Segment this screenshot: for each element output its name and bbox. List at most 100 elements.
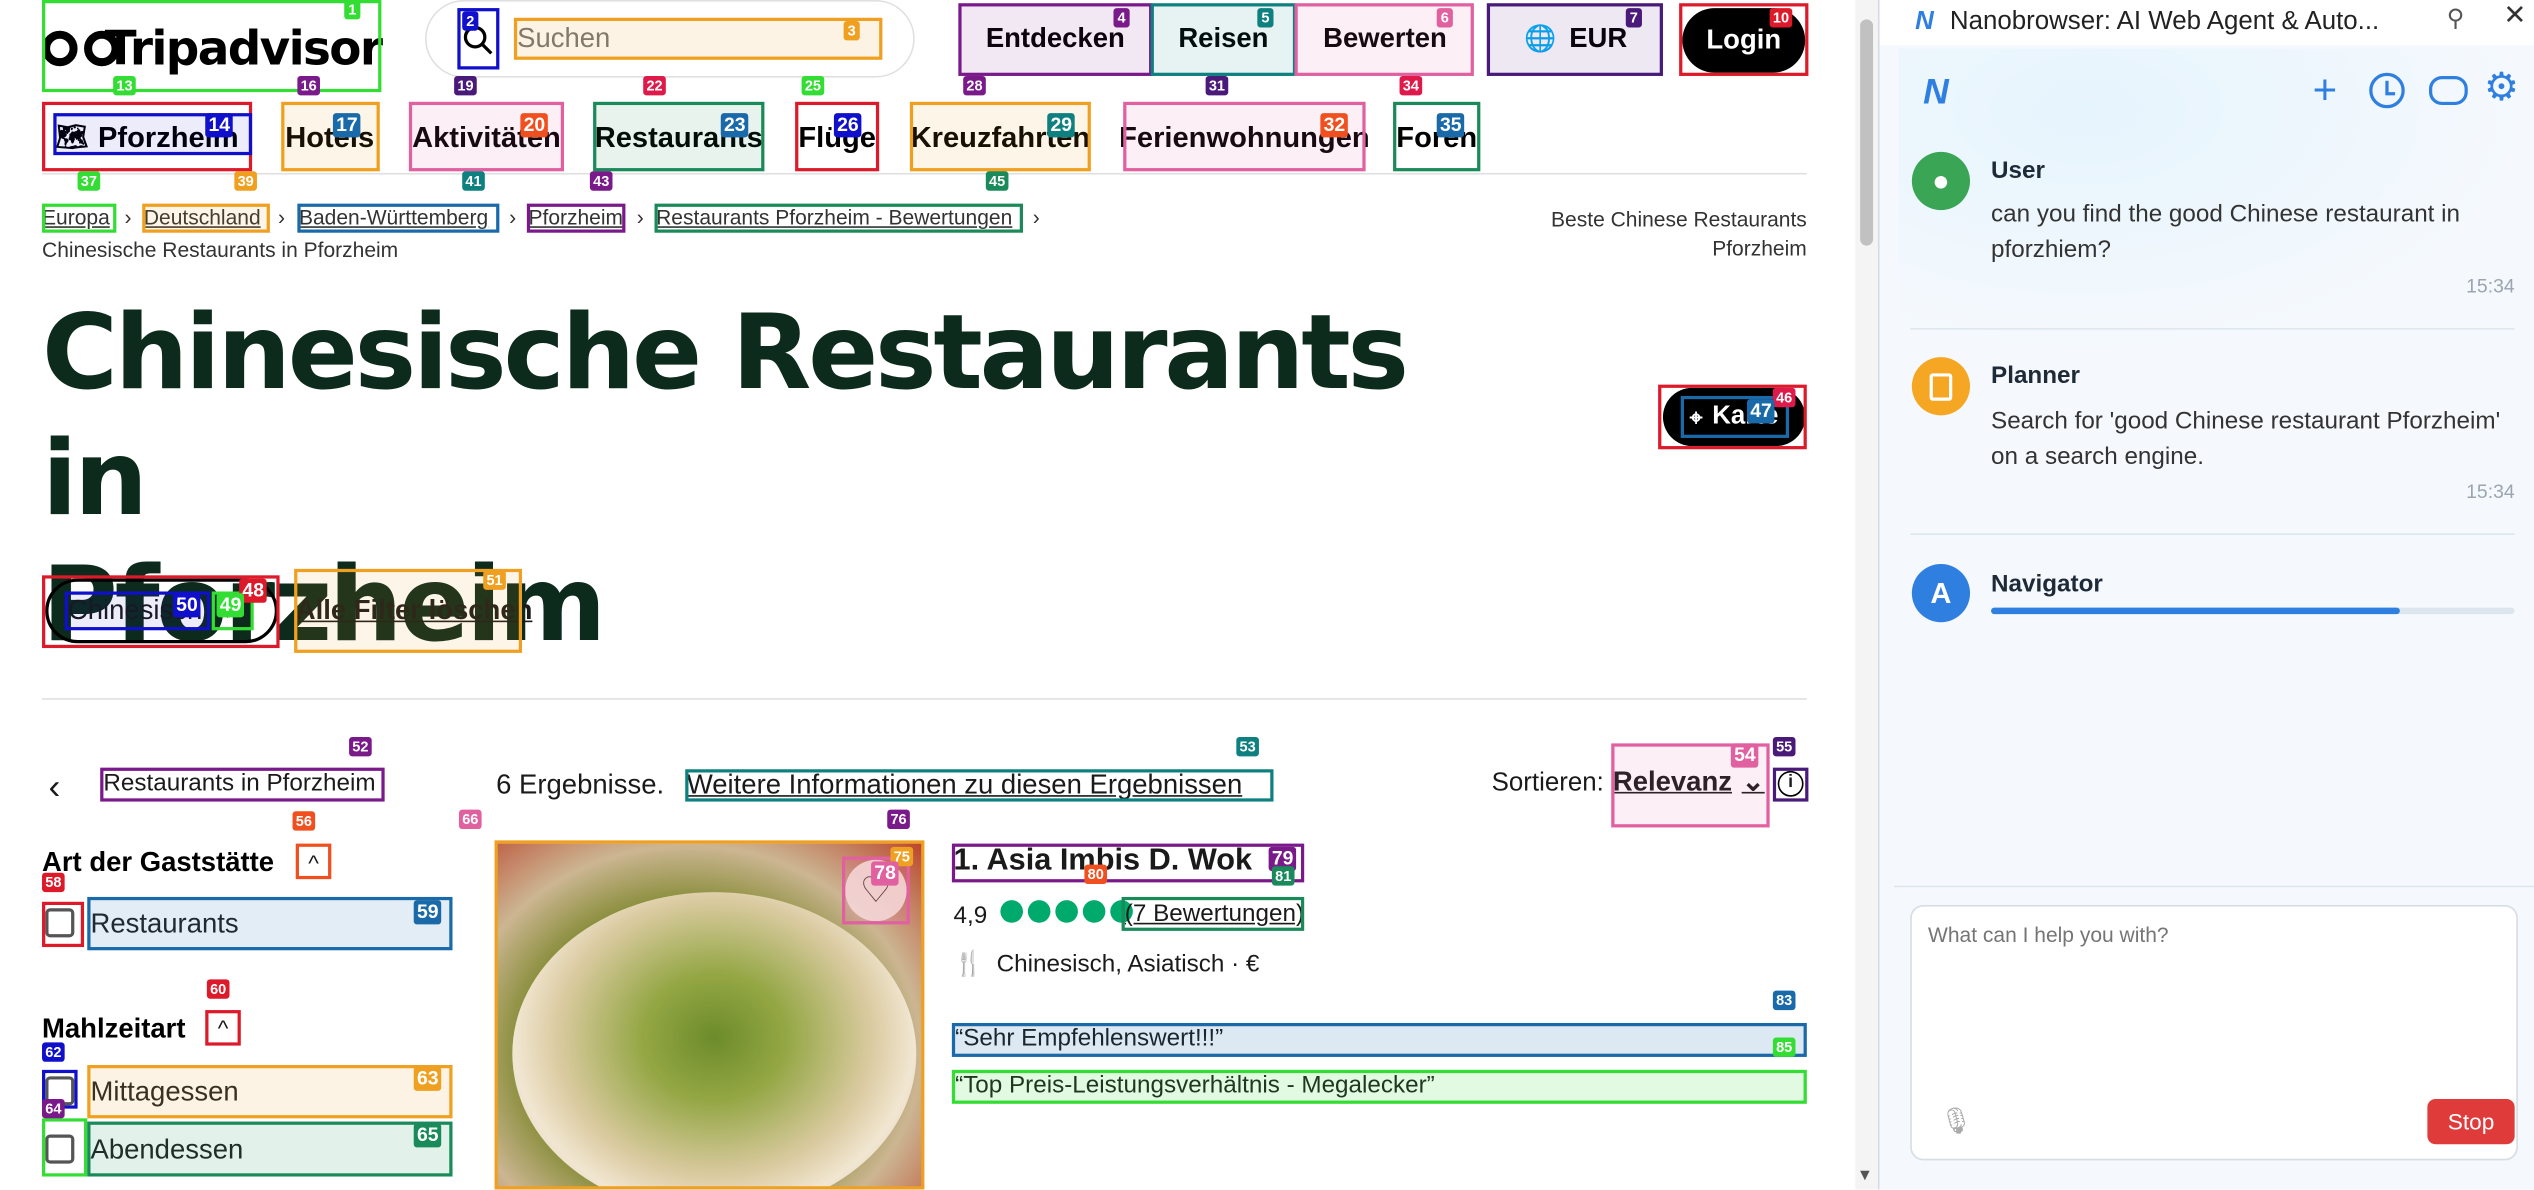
- annotation-label: 23: [720, 113, 749, 138]
- message-sender: Planner: [1991, 362, 2080, 390]
- annotation-label: 43: [589, 171, 613, 191]
- breadcrumb-separator: ›: [636, 205, 644, 230]
- navigator-avatar: A: [1911, 564, 1971, 623]
- establishment-type-heading: Art der Gaststätte: [42, 846, 275, 878]
- annotation-label: 2: [462, 11, 479, 31]
- logo-text: Tripadvisor: [104, 20, 383, 76]
- user-avatar: ●: [1911, 151, 1971, 211]
- annotation-label: 3: [843, 21, 860, 41]
- annotation-label: 65: [413, 1123, 442, 1148]
- annotation-label: 59: [413, 900, 442, 925]
- back-chevron-icon[interactable]: ‹: [48, 766, 60, 808]
- message-sender: Navigator: [1991, 570, 2103, 598]
- review-quote-1[interactable]: “Sehr Empfehlenswert!!!”: [955, 1025, 1223, 1052]
- chip-hotels[interactable]: Hotels: [283, 103, 377, 171]
- best-restaurants-link[interactable]: Beste Chinese Restaurants Pforzheim: [1503, 205, 1807, 263]
- results-info-link[interactable]: Weitere Informationen zu diesen Ergebnis…: [687, 769, 1242, 801]
- nav-travel-label: Reisen: [1178, 22, 1269, 54]
- checkbox-restaurants[interactable]: [45, 908, 75, 938]
- stop-button[interactable]: Stop: [2427, 1098, 2515, 1145]
- annotation-label: 19: [454, 75, 477, 96]
- breadcrumb-separator: ›: [124, 205, 132, 230]
- option-lunch-label[interactable]: Mittagessen: [91, 1076, 239, 1108]
- tripadvisor-logo[interactable]: Tripadvisor: [42, 3, 383, 92]
- login-label: Login: [1706, 24, 1782, 55]
- navigator-progress-fill: [1991, 607, 2400, 615]
- annotation-label: 78: [871, 861, 900, 886]
- annotation-label: 6: [1436, 8, 1453, 28]
- annotation-label: 56: [292, 811, 316, 831]
- best-link-line2: Pforzheim: [1712, 235, 1807, 261]
- discord-icon[interactable]: [2428, 75, 2468, 106]
- sort-label: Sortieren:: [1491, 769, 1604, 797]
- breadcrumb-separator: ›: [277, 205, 285, 230]
- annotation-label: 39: [234, 171, 257, 191]
- map-icon: 🗺: [55, 124, 89, 152]
- new-chat-icon[interactable]: +: [2313, 68, 2338, 110]
- annotation-label: 41: [462, 171, 485, 191]
- search-input[interactable]: [513, 17, 883, 60]
- soup-bowl-image: [512, 892, 917, 1190]
- location-pin-icon: ⌖: [1689, 403, 1703, 430]
- breadcrumb-bw[interactable]: Baden-Württemberg: [299, 205, 488, 229]
- close-icon[interactable]: ✕: [2503, 0, 2526, 32]
- annotation-label: 7: [1625, 8, 1642, 28]
- reviews-link[interactable]: (7 Bewertungen): [1125, 900, 1304, 927]
- page-title-line1: Chinesische Restaurants in: [42, 294, 1409, 540]
- annotation-label: 20: [520, 113, 549, 138]
- info-icon[interactable]: i: [1777, 770, 1804, 797]
- nav-discover-label: Entdecken: [985, 22, 1125, 54]
- annotation-label: 13: [113, 75, 136, 96]
- scroll-down-arrow-icon[interactable]: ▼: [1857, 1167, 1873, 1185]
- meal-type-heading: Mahlzeitart: [42, 1013, 186, 1045]
- breadcrumb-europe[interactable]: Europa: [42, 205, 110, 229]
- stop-label: Stop: [2447, 1108, 2495, 1135]
- sort-value: Relevanz: [1612, 766, 1732, 797]
- annotation-label: 76: [887, 809, 910, 830]
- collapse-icon[interactable]: ^: [297, 847, 329, 879]
- cutlery-icon: 🍴: [953, 950, 984, 978]
- breadcrumb-germany[interactable]: Deutschland: [144, 205, 261, 229]
- cuisine-row: 🍴 Chinesisch, Asiatisch · €: [953, 949, 1259, 978]
- scrollbar-thumb[interactable]: [1860, 19, 1874, 246]
- microphone-icon[interactable]: 🎙: [1939, 1105, 1972, 1137]
- globe-icon: 🌐: [1524, 25, 1557, 54]
- settings-gear-icon[interactable]: ⚙: [2484, 67, 2519, 110]
- annotation-label: 66: [458, 809, 482, 830]
- annotation-label: 35: [1436, 113, 1465, 138]
- annotation-label: 17: [332, 113, 361, 138]
- annotation-label: 22: [643, 75, 666, 96]
- annotation-label: 46: [1772, 387, 1796, 408]
- annotation-label: 83: [1772, 990, 1796, 1011]
- breadcrumb-separator: ›: [1032, 205, 1040, 230]
- annotation-label: 1: [344, 0, 361, 20]
- annotation-label: 16: [297, 75, 321, 96]
- option-dinner-label[interactable]: Abendessen: [91, 1135, 244, 1167]
- header-divider: [42, 172, 1807, 175]
- rating-bubbles: [1000, 900, 1137, 929]
- collapse-icon[interactable]: ^: [207, 1012, 239, 1044]
- annotation-label: 45: [985, 171, 1009, 191]
- back-to-restaurants-link[interactable]: Restaurants in Pforzheim: [103, 769, 375, 796]
- chevron-down-icon: ⌄: [1741, 766, 1765, 797]
- annotation-label: 85: [1772, 1037, 1796, 1057]
- nanobrowser-small-logo-icon: N: [1915, 8, 1934, 36]
- breadcrumb-pforzheim[interactable]: Pforzheim: [528, 205, 623, 229]
- annotation-label: 80: [1084, 864, 1108, 885]
- review-quote-2[interactable]: “Top Preis-Leistungsverhältnis - Megalec…: [955, 1071, 1435, 1098]
- checkbox-dinner[interactable]: [45, 1134, 75, 1164]
- sort-dropdown[interactable]: Relevanz ⌄: [1613, 766, 1765, 798]
- breadcrumb-restaurants[interactable]: Restaurants Pforzheim - Bewertungen: [656, 205, 1012, 229]
- clear-filters-button[interactable]: Alle Filter löschen: [296, 595, 533, 627]
- currency-label: EUR: [1569, 22, 1628, 54]
- annotation-label: 55: [1772, 736, 1796, 757]
- message-text: can you find the good Chinese restaurant…: [1991, 200, 2461, 264]
- annotation-label: 58: [42, 872, 65, 893]
- message-time: 15:34: [2466, 479, 2515, 503]
- panel-title: Nanobrowser: AI Web Agent & Auto...: [1949, 8, 2380, 36]
- option-restaurants-label[interactable]: Restaurants: [91, 908, 239, 940]
- annotation-label: 47: [1747, 399, 1776, 424]
- history-icon[interactable]: [2369, 72, 2405, 109]
- pin-icon[interactable]: ⚲: [2447, 3, 2465, 32]
- breadcrumb-current: Chinesische Restaurants in Pforzheim: [42, 237, 399, 262]
